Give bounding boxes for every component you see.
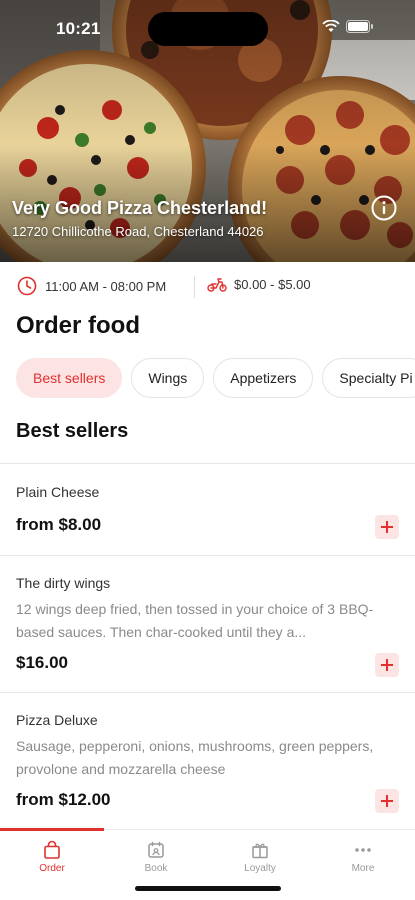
more-icon	[355, 848, 371, 852]
add-to-cart-button[interactable]	[375, 789, 399, 813]
home-indicator	[135, 886, 281, 891]
delivery-fee-text: $0.00 - $5.00	[234, 276, 311, 292]
book-icon	[148, 841, 164, 858]
wifi-icon	[322, 20, 340, 32]
category-tabs: Best sellers Wings Appetizers Specialty …	[16, 358, 415, 398]
menu-item-description: 12 wings deep fried, then tossed in your…	[16, 601, 374, 640]
category-chip-appetizers[interactable]: Appetizers	[213, 358, 314, 398]
category-chip-wings[interactable]: Wings	[131, 358, 205, 398]
clock-icon	[17, 276, 37, 296]
hours-text: 11:00 AM - 08:00 PM	[45, 278, 167, 294]
scooter-icon	[207, 278, 227, 292]
category-chip-best-sellers[interactable]: Best sellers	[16, 358, 123, 398]
restaurant-name: Very Good Pizza Chesterland!	[12, 198, 268, 218]
tab-label: More	[351, 863, 375, 874]
opening-hours: 11:00 AM - 08:00 PM	[17, 276, 166, 296]
menu-item[interactable]: The dirty wings 12 wings deep fried, the…	[0, 556, 415, 692]
menu-item-price: from $8.00	[16, 515, 102, 534]
tab-label: Book	[144, 863, 168, 874]
menu-item[interactable]: Plain Cheese from $8.00	[0, 464, 415, 555]
menu-item-description: Sausage, pepperoni, onions, mushrooms, g…	[16, 738, 374, 777]
tab-order[interactable]: Order	[0, 840, 104, 874]
status-bar: 10:21	[0, 0, 415, 56]
tab-more[interactable]: More	[311, 840, 415, 874]
restaurant-address: 12720 Chillicothe Road, Chesterland 4402…	[12, 224, 264, 239]
gift-icon	[252, 843, 268, 859]
category-chip-specialty[interactable]: Specialty Pi	[322, 358, 415, 398]
add-to-cart-button[interactable]	[375, 515, 399, 539]
add-to-cart-button[interactable]	[375, 653, 399, 677]
restaurant-info-row: 11:00 AM - 08:00 PM $0.00 - $5.00	[0, 262, 415, 312]
bag-icon	[44, 840, 60, 859]
menu-item-price: $16.00	[16, 653, 68, 672]
page-title: Order food	[16, 312, 140, 339]
status-time: 10:21	[56, 19, 101, 38]
info-icon[interactable]	[371, 195, 397, 221]
battery-icon	[346, 20, 373, 33]
plus-icon	[381, 659, 393, 671]
menu-item[interactable]: Pizza Deluxe Sausage, pepperoni, onions,…	[0, 693, 415, 829]
tab-label: Loyalty	[244, 863, 276, 874]
plus-icon	[381, 795, 393, 807]
active-tab-indicator	[0, 828, 104, 831]
info-divider	[194, 276, 195, 298]
menu-item-name: The dirty wings	[16, 575, 111, 591]
tab-book[interactable]: Book	[104, 840, 208, 874]
menu-item-price: from $12.00	[16, 790, 111, 809]
dynamic-island	[148, 12, 268, 46]
tab-label: Order	[39, 863, 65, 874]
section-title: Best sellers	[16, 420, 129, 442]
menu-item-name: Plain Cheese	[16, 484, 100, 500]
hero-banner: 10:21 Very Good Pizza Chesterland! 12720…	[0, 0, 415, 262]
plus-icon	[381, 521, 393, 533]
tab-loyalty[interactable]: Loyalty	[208, 840, 312, 874]
delivery-fee: $0.00 - $5.00	[207, 276, 311, 292]
menu-item-name: Pizza Deluxe	[16, 712, 98, 728]
